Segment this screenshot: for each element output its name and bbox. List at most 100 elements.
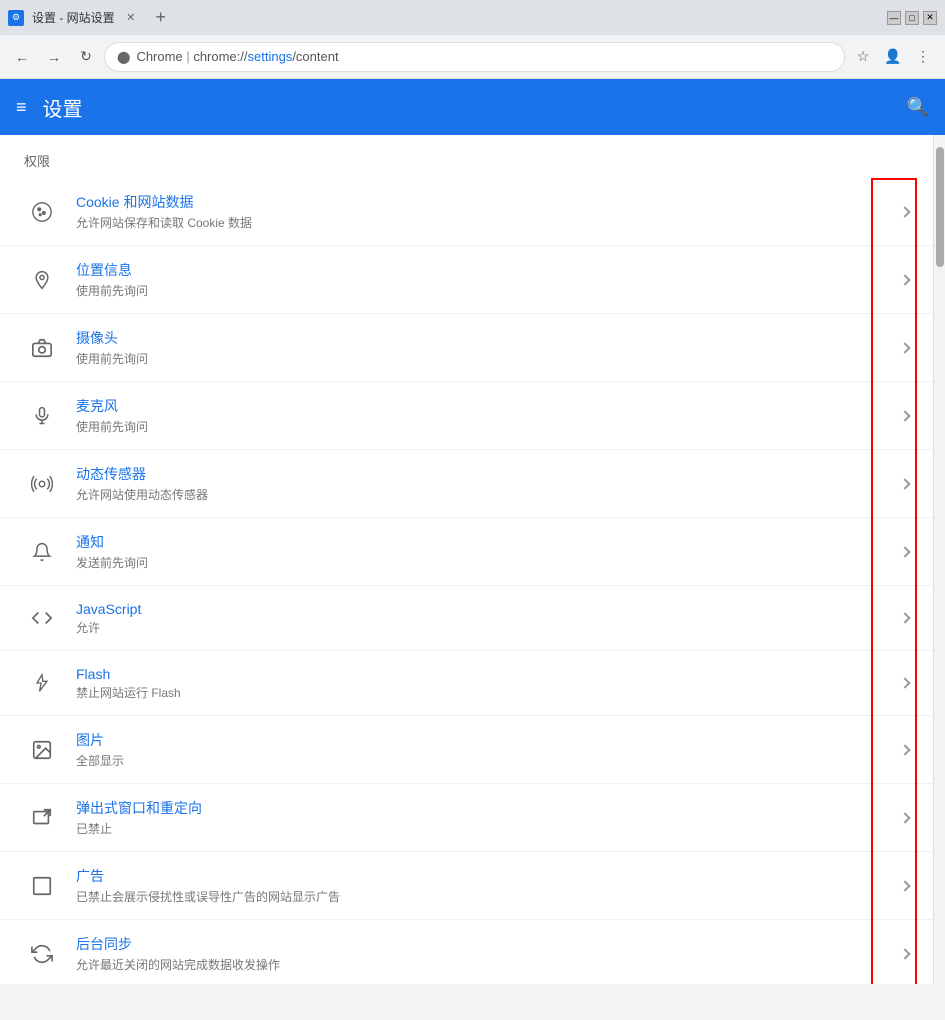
close-button[interactable]: ✕ <box>923 11 937 25</box>
lock-icon: ⬤ <box>117 50 130 64</box>
url-display: Chrome | chrome://settings/content <box>136 49 338 64</box>
item-text: Cookie 和网站数据 允许网站保存和读取 Cookie 数据 <box>76 192 893 231</box>
chevron-right-icon <box>901 545 909 559</box>
settings-title: 设置 <box>43 93 83 122</box>
tab-close-button[interactable]: ✕ <box>123 10 139 26</box>
item-title: Cookie 和网站数据 <box>76 192 893 212</box>
settings-list-wrapper: Cookie 和网站数据 允许网站保存和读取 Cookie 数据 <box>0 178 933 984</box>
item-text: 广告 已禁止会展示侵扰性或误导性广告的网站显示广告 <box>76 866 893 905</box>
list-item[interactable]: 麦克风 使用前先询问 <box>0 382 933 450</box>
item-title: Flash <box>76 666 893 682</box>
settings-header: ≡ 设置 🔍 <box>0 79 945 135</box>
item-text: 动态传感器 允许网站使用动态传感器 <box>76 464 893 503</box>
item-text: 弹出式窗口和重定向 已禁止 <box>76 798 893 837</box>
minimize-button[interactable]: — <box>887 11 901 25</box>
item-desc: 已禁止会展示侵扰性或误导性广告的网站显示广告 <box>76 888 893 905</box>
item-text: 图片 全部显示 <box>76 730 893 769</box>
menu-button[interactable]: ⋮ <box>909 43 937 71</box>
address-actions: ☆ 👤 ⋮ <box>849 43 937 71</box>
section-header: 权限 <box>0 135 933 178</box>
tab-title: 设置 - 网站设置 <box>32 9 115 26</box>
list-item[interactable]: 广告 已禁止会展示侵扰性或误导性广告的网站显示广告 <box>0 852 933 920</box>
chevron-right-icon <box>901 409 909 423</box>
list-item[interactable]: 图片 全部显示 <box>0 716 933 784</box>
location-icon <box>24 262 60 298</box>
maximize-button[interactable]: □ <box>905 11 919 25</box>
sensor-icon <box>24 466 60 502</box>
chevron-right-icon <box>901 205 909 219</box>
list-item[interactable]: JavaScript 允许 <box>0 586 933 651</box>
javascript-icon <box>24 600 60 636</box>
list-item[interactable]: Flash 禁止网站运行 Flash <box>0 651 933 716</box>
chevron-right-icon <box>901 879 909 893</box>
item-desc: 使用前先询问 <box>76 282 893 299</box>
main-panel: 权限 <box>0 135 933 984</box>
item-text: 后台同步 允许最近关闭的网站完成数据收发操作 <box>76 934 893 973</box>
item-text: Flash 禁止网站运行 Flash <box>76 666 893 701</box>
list-item[interactable]: 动态传感器 允许网站使用动态传感器 <box>0 450 933 518</box>
item-desc: 使用前先询问 <box>76 418 893 435</box>
tab-favicon: ⚙ <box>8 10 24 26</box>
chevron-right-icon <box>901 273 909 287</box>
account-button[interactable]: 👤 <box>879 43 907 71</box>
background-sync-icon <box>24 936 60 972</box>
item-title: 摄像头 <box>76 328 893 348</box>
cookie-icon <box>24 194 60 230</box>
item-desc: 允许 <box>76 619 893 636</box>
chevron-right-icon <box>901 341 909 355</box>
item-text: 位置信息 使用前先询问 <box>76 260 893 299</box>
item-text: 通知 发送前先询问 <box>76 532 893 571</box>
item-title: 动态传感器 <box>76 464 893 484</box>
item-title: JavaScript <box>76 601 893 617</box>
item-desc: 允许网站使用动态传感器 <box>76 486 893 503</box>
item-title: 通知 <box>76 532 893 552</box>
item-desc: 已禁止 <box>76 820 893 837</box>
camera-icon <box>24 330 60 366</box>
item-title: 位置信息 <box>76 260 893 280</box>
reload-button[interactable]: ↻ <box>72 43 100 71</box>
popup-icon <box>24 800 60 836</box>
item-title: 后台同步 <box>76 934 893 954</box>
list-item[interactable]: Cookie 和网站数据 允许网站保存和读取 Cookie 数据 <box>0 178 933 246</box>
list-item[interactable]: 弹出式窗口和重定向 已禁止 <box>0 784 933 852</box>
forward-button[interactable]: → <box>40 43 68 71</box>
item-desc: 允许最近关闭的网站完成数据收发操作 <box>76 956 893 973</box>
item-title: 图片 <box>76 730 893 750</box>
item-title: 弹出式窗口和重定向 <box>76 798 893 818</box>
settings-search-button[interactable]: 🔍 <box>907 97 929 118</box>
item-title: 麦克风 <box>76 396 893 416</box>
chevron-right-icon <box>901 743 909 757</box>
chevron-right-icon <box>901 811 909 825</box>
chevron-right-icon <box>901 676 909 690</box>
window-controls: — □ ✕ <box>887 11 937 25</box>
item-text: JavaScript 允许 <box>76 601 893 636</box>
item-desc: 禁止网站运行 Flash <box>76 684 893 701</box>
item-desc: 全部显示 <box>76 752 893 769</box>
ads-icon <box>24 868 60 904</box>
list-item[interactable]: 位置信息 使用前先询问 <box>0 246 933 314</box>
item-desc: 发送前先询问 <box>76 554 893 571</box>
item-desc: 允许网站保存和读取 Cookie 数据 <box>76 214 893 231</box>
item-text: 摄像头 使用前先询问 <box>76 328 893 367</box>
list-item[interactable]: 摄像头 使用前先询问 <box>0 314 933 382</box>
scrollbar-thumb[interactable] <box>936 147 944 267</box>
settings-list: Cookie 和网站数据 允许网站保存和读取 Cookie 数据 <box>0 178 933 984</box>
title-bar: ⚙ 设置 - 网站设置 ✕ + — □ ✕ <box>0 0 945 35</box>
bookmark-button[interactable]: ☆ <box>849 43 877 71</box>
chevron-right-icon <box>901 611 909 625</box>
list-item[interactable]: 后台同步 允许最近关闭的网站完成数据收发操作 <box>0 920 933 984</box>
item-desc: 使用前先询问 <box>76 350 893 367</box>
scrollbar[interactable] <box>933 135 945 984</box>
settings-app: ≡ 设置 🔍 权限 <box>0 79 945 984</box>
new-tab-button[interactable]: + <box>147 4 175 32</box>
list-item[interactable]: 通知 发送前先询问 <box>0 518 933 586</box>
omnibox[interactable]: ⬤ Chrome | chrome://settings/content <box>104 42 845 72</box>
microphone-icon <box>24 398 60 434</box>
images-icon <box>24 732 60 768</box>
item-title: 广告 <box>76 866 893 886</box>
item-text: 麦克风 使用前先询问 <box>76 396 893 435</box>
hamburger-menu-button[interactable]: ≡ <box>16 97 27 118</box>
chevron-right-icon <box>901 477 909 491</box>
back-button[interactable]: ← <box>8 43 36 71</box>
chevron-right-icon <box>901 947 909 961</box>
